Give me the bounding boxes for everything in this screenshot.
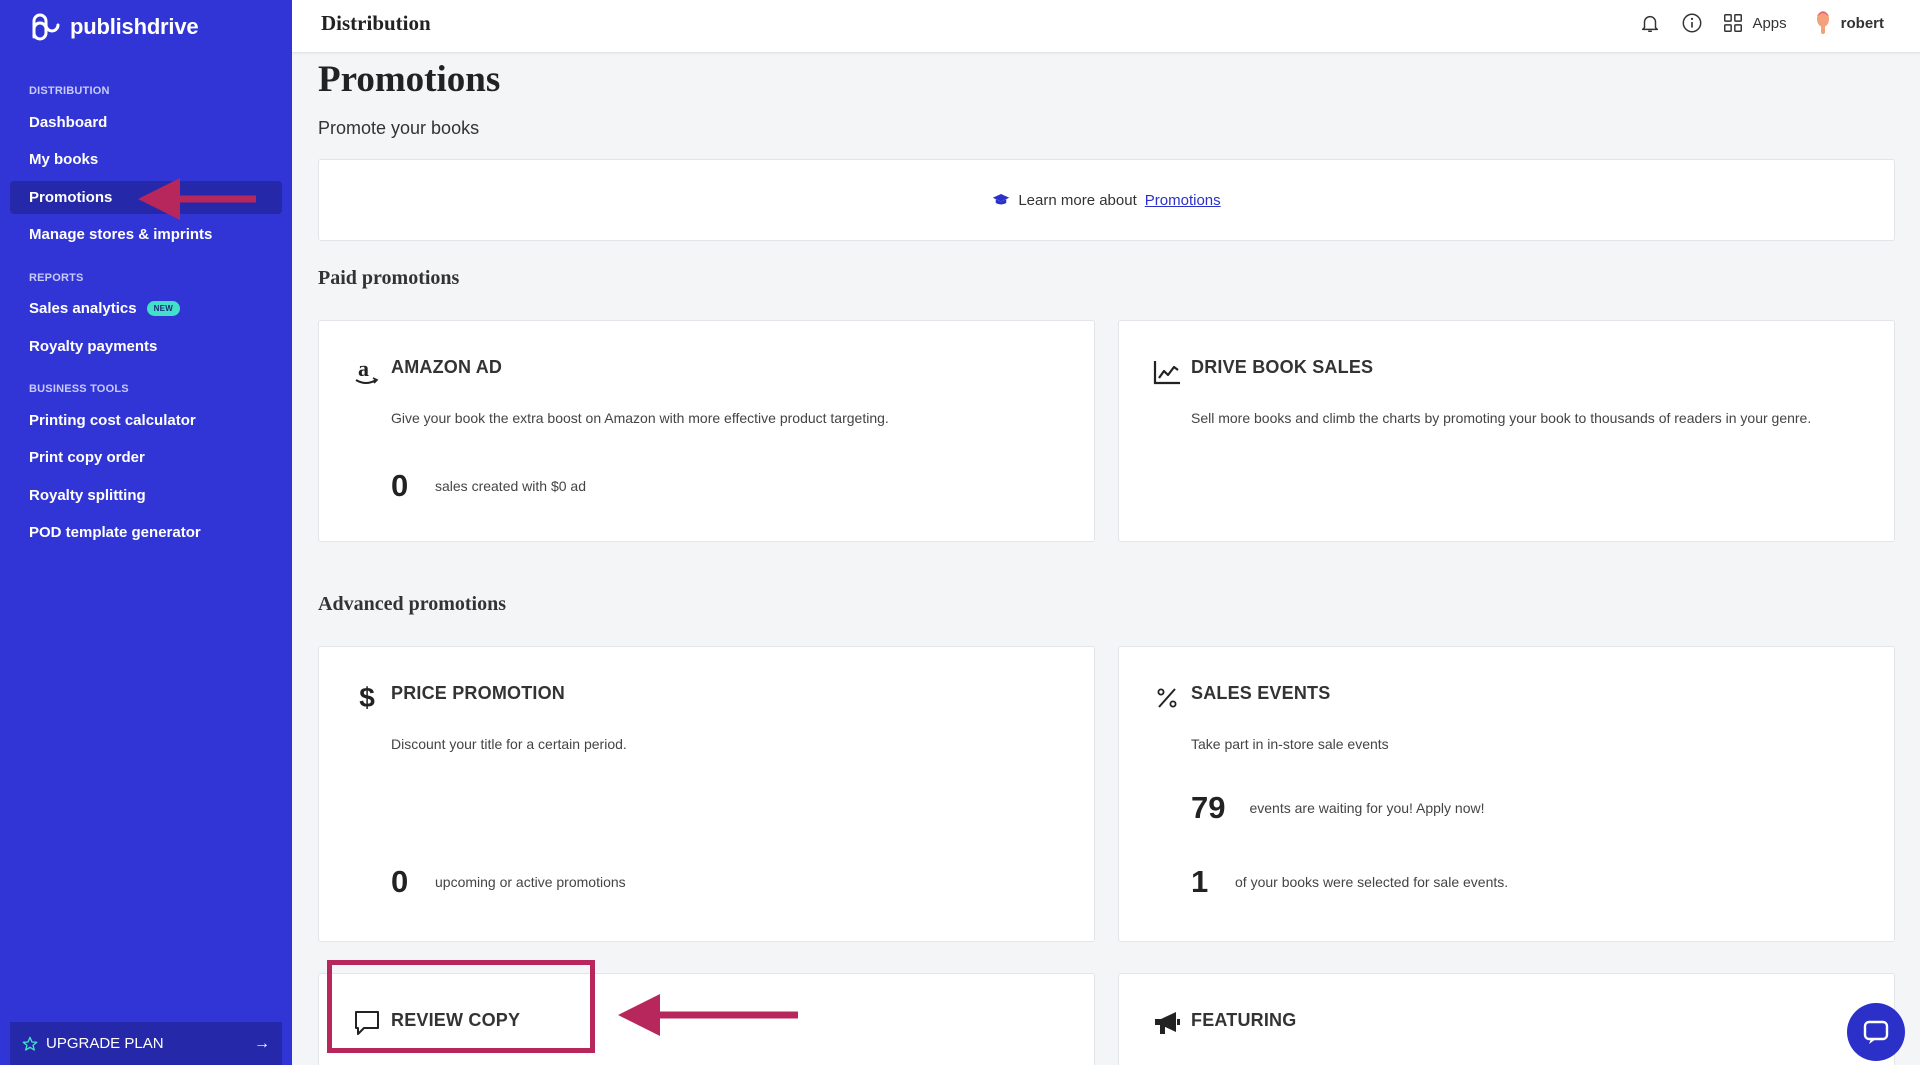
new-badge: NEW bbox=[146, 301, 181, 316]
main-content: Promotions Promote your books Learn more… bbox=[292, 53, 1920, 1065]
logo-icon bbox=[32, 13, 60, 41]
stat-label: events are waiting for you! Apply now! bbox=[1249, 800, 1485, 816]
section-title-paid: Paid promotions bbox=[318, 267, 460, 289]
line-chart-icon bbox=[1152, 357, 1182, 387]
card-title: DRIVE BOOK SALES bbox=[1191, 357, 1374, 377]
header-title: Distribution bbox=[321, 11, 431, 35]
section-distribution: DISTRIBUTION bbox=[29, 85, 110, 97]
sidebar-item-label: Dashboard bbox=[29, 114, 108, 131]
amazon-stat: 0 sales created with $0 ad bbox=[391, 468, 586, 504]
sidebar-item-print-copy-order[interactable]: Print copy order bbox=[10, 441, 282, 474]
sidebar-item-sales-analytics[interactable]: Sales analytics NEW bbox=[10, 292, 282, 325]
apps-label: Apps bbox=[1752, 14, 1787, 32]
percent-icon bbox=[1152, 683, 1182, 713]
annotation-arrow-review bbox=[618, 994, 798, 1036]
price-promotion-card[interactable]: $ PRICE PROMOTION Discount your title fo… bbox=[318, 646, 1095, 942]
sidebar-item-label: Printing cost calculator bbox=[29, 412, 196, 429]
info-icon[interactable] bbox=[1680, 11, 1704, 35]
apps-menu[interactable]: Apps bbox=[1722, 12, 1787, 34]
sidebar-item-my-books[interactable]: My books bbox=[10, 143, 282, 176]
sidebar-item-royalty-splitting[interactable]: Royalty splitting bbox=[10, 479, 282, 512]
stat-value: 1 bbox=[1191, 864, 1209, 899]
sidebar-item-label: Royalty splitting bbox=[29, 487, 146, 504]
stat-value: 0 bbox=[391, 864, 409, 899]
logo-text: publishdrive bbox=[70, 14, 199, 39]
stat-label: of your books were selected for sale eve… bbox=[1235, 874, 1509, 890]
drive-book-sales-card[interactable]: DRIVE BOOK SALES Sell more books and cli… bbox=[1118, 320, 1895, 542]
stat-value: 0 bbox=[391, 468, 409, 503]
amazon-icon: a bbox=[352, 357, 382, 387]
stat-label: sales created with $0 ad bbox=[435, 478, 586, 494]
upgrade-plan-label: UPGRADE PLAN bbox=[46, 1035, 164, 1052]
svg-text:a: a bbox=[358, 357, 369, 381]
stat-label: upcoming or active promotions bbox=[435, 874, 626, 890]
sidebar-item-label: POD template generator bbox=[29, 524, 201, 541]
grid-icon bbox=[1724, 14, 1743, 32]
sales-events-card[interactable]: SALES EVENTS Take part in in-store sale … bbox=[1118, 646, 1895, 942]
sidebar-item-dashboard[interactable]: Dashboard bbox=[10, 106, 282, 139]
price-stat: 0 upcoming or active promotions bbox=[391, 864, 626, 900]
sidebar-item-label: Manage stores & imprints bbox=[29, 226, 213, 243]
sidebar-item-royalty-payments[interactable]: Royalty payments bbox=[10, 330, 282, 363]
section-reports: REPORTS bbox=[29, 272, 84, 284]
card-description: Give your book the extra boost on Amazon… bbox=[391, 410, 889, 426]
card-description: Take part in in-store sale events bbox=[1191, 736, 1389, 752]
card-description: Discount your title for a certain period… bbox=[391, 736, 627, 752]
card-title: FEATURING bbox=[1191, 1010, 1297, 1030]
page-subtitle: Promote your books bbox=[318, 118, 480, 138]
sidebar-item-label: Sales analytics bbox=[29, 300, 137, 317]
sidebar-item-label: Print copy order bbox=[29, 449, 145, 466]
app-logo[interactable]: publishdrive bbox=[28, 10, 199, 44]
dollar-icon: $ bbox=[359, 682, 375, 713]
sidebar-item-label: My books bbox=[29, 151, 99, 168]
graduation-cap-icon bbox=[993, 194, 1010, 205]
megaphone-icon bbox=[1152, 1008, 1182, 1038]
annotation-arrow-sidebar bbox=[138, 178, 256, 220]
user-name: robert bbox=[1840, 14, 1884, 32]
sales-events-stat-events: 79 events are waiting for you! Apply now… bbox=[1191, 790, 1485, 826]
learn-more-text: Learn more about bbox=[1018, 191, 1137, 209]
card-title: SALES EVENTS bbox=[1191, 683, 1331, 703]
arrow-right-icon: → bbox=[254, 1034, 270, 1052]
star-icon bbox=[22, 1036, 38, 1051]
sidebar-item-label: Royalty payments bbox=[29, 338, 158, 355]
learn-more-link[interactable]: Promotions bbox=[1145, 192, 1221, 209]
card-title: PRICE PROMOTION bbox=[391, 683, 566, 703]
card-title: AMAZON AD bbox=[391, 357, 503, 377]
top-bar: Distribution Apps robert bbox=[292, 0, 1920, 53]
user-menu[interactable]: robert bbox=[1813, 10, 1884, 36]
bell-icon[interactable] bbox=[1638, 11, 1662, 35]
featuring-card[interactable]: FEATURING bbox=[1118, 973, 1895, 1065]
avatar bbox=[1816, 11, 1829, 34]
sales-events-stat-books: 1 of your books were selected for sale e… bbox=[1191, 864, 1508, 900]
sidebar: publishdrive DISTRIBUTION Dashboard My b… bbox=[0, 0, 292, 1065]
sidebar-item-printing-cost-calculator[interactable]: Printing cost calculator bbox=[10, 404, 282, 437]
card-description: Sell more books and climb the charts by … bbox=[1191, 410, 1812, 426]
chat-widget-button[interactable] bbox=[1847, 1003, 1905, 1061]
sidebar-item-label: Promotions bbox=[29, 189, 113, 206]
sidebar-item-manage-stores[interactable]: Manage stores & imprints bbox=[10, 218, 282, 251]
section-title-advanced: Advanced promotions bbox=[318, 593, 506, 615]
section-business-tools: BUSINESS TOOLS bbox=[29, 383, 129, 395]
page-title: Promotions bbox=[318, 59, 501, 100]
sidebar-item-pod-template-generator[interactable]: POD template generator bbox=[10, 516, 282, 549]
chat-icon bbox=[1863, 1020, 1889, 1044]
upgrade-plan-button[interactable]: UPGRADE PLAN → bbox=[10, 1022, 282, 1065]
stat-value: 79 bbox=[1191, 790, 1226, 825]
amazon-ad-card[interactable]: a AMAZON AD Give your book the extra boo… bbox=[318, 320, 1095, 542]
annotation-highlight-box bbox=[327, 960, 595, 1053]
learn-more-banner: Learn more about Promotions bbox=[318, 159, 1895, 241]
